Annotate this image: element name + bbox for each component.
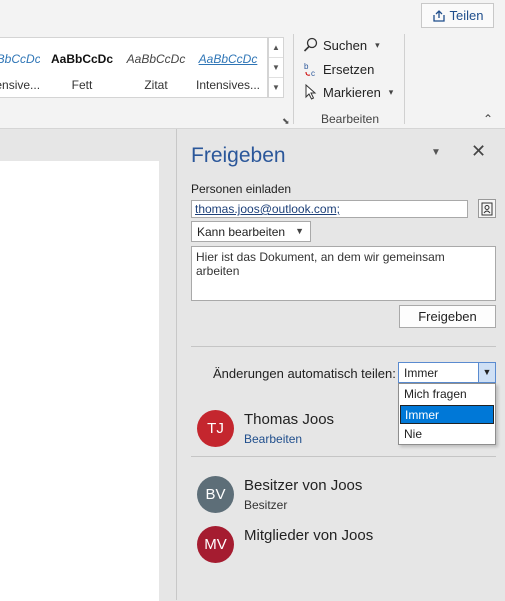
permission-select[interactable]: Kann bearbeiten ▼ — [191, 221, 311, 242]
replace-label: Ersetzen — [323, 61, 375, 77]
replace-button[interactable]: b c Ersetzen — [303, 59, 374, 79]
chevron-down-icon: ▾ — [388, 86, 394, 97]
style-sample: AaBbCcDc — [126, 52, 186, 66]
auto-share-dropdown: Mich fragen Immer Nie — [398, 383, 496, 445]
svg-text:c: c — [311, 69, 315, 77]
replace-icon: b c — [304, 62, 315, 77]
style-intensive-emphasis[interactable]: AaBbCcDc Intensive... — [0, 38, 40, 97]
invite-label: Personen einladen — [191, 182, 292, 196]
share-submit-button[interactable]: Freigeben — [399, 305, 496, 328]
select-button[interactable]: Markieren ▾ — [303, 82, 393, 102]
avatar: MV — [197, 526, 234, 563]
option-ask-me[interactable]: Mich fragen — [400, 385, 494, 404]
style-name: Intensive... — [0, 78, 40, 92]
style-sample: AaBbCcDc — [0, 52, 40, 66]
more-styles-icon[interactable]: ▼ — [269, 78, 283, 98]
ribbon: Teilen AaBbCcDc Intensive... AaBbCcDc Fe… — [0, 0, 505, 129]
share-button[interactable]: Teilen — [421, 3, 494, 28]
divider — [191, 346, 496, 347]
option-never[interactable]: Nie — [400, 425, 494, 444]
style-sample: AaBbCcDc — [198, 52, 258, 66]
address-book-button[interactable] — [478, 199, 496, 218]
auto-share-value: Immer — [404, 366, 438, 380]
style-sample: AaBbCcDc — [50, 52, 113, 66]
scroll-up-icon[interactable]: ▲ — [269, 38, 283, 58]
avatar: BV — [197, 476, 234, 513]
editing-group-label: Bearbeiten — [320, 112, 380, 126]
style-quote[interactable]: AaBbCcDc Zitat — [120, 38, 192, 97]
divider — [191, 456, 496, 457]
chevron-down-icon: ▼ — [295, 226, 304, 236]
styles-dialog-launcher-icon[interactable]: ⬊ — [282, 116, 290, 127]
svg-text:b: b — [304, 62, 309, 71]
pane-options-icon[interactable]: ▼ — [431, 147, 441, 158]
find-label: Suchen — [323, 37, 368, 53]
style-name: Fett — [71, 78, 93, 92]
address-book-icon — [481, 202, 493, 215]
scroll-down-icon[interactable]: ▼ — [269, 58, 283, 78]
person-name: Besitzer von Joos — [244, 477, 363, 494]
select-label: Markieren — [323, 84, 381, 100]
person-permission-link[interactable]: Bearbeiten — [244, 432, 302, 446]
person-name: Thomas Joos — [244, 411, 335, 428]
find-button[interactable]: Suchen ▾ — [303, 35, 380, 55]
person-role: Besitzer — [244, 498, 288, 512]
message-field[interactable]: Hier ist das Dokument, an dem wir gemein… — [191, 246, 496, 301]
avatar: TJ — [197, 410, 234, 447]
style-intensive-quote[interactable]: AaBbCcDc Intensives... — [192, 38, 264, 97]
style-bold[interactable]: AaBbCcDc Fett — [46, 38, 118, 97]
document-area — [0, 129, 177, 601]
share-icon — [432, 9, 445, 22]
option-always[interactable]: Immer — [400, 405, 494, 424]
collapse-ribbon-icon[interactable]: ⌃ — [483, 112, 493, 126]
ribbon-separator — [404, 34, 405, 124]
styles-gallery-scroll: ▲ ▼ ▼ — [268, 37, 284, 98]
email-field[interactable]: thomas.joos@outlook.com; — [191, 200, 468, 218]
person-name: Mitglieder von Joos — [244, 527, 374, 544]
share-button-label: Teilen — [449, 8, 484, 23]
magnifier-icon — [303, 37, 318, 52]
styles-gallery: AaBbCcDc Intensive... AaBbCcDc Fett AaBb… — [0, 37, 268, 98]
style-name: Zitat — [144, 78, 168, 92]
permission-value: Kann bearbeiten — [197, 225, 286, 239]
chevron-down-icon: ▾ — [375, 39, 380, 50]
pane-title: Freigeben — [191, 144, 286, 167]
ribbon-separator — [293, 34, 294, 124]
document-page[interactable] — [0, 161, 159, 601]
style-name: Intensives... — [195, 78, 261, 92]
close-icon[interactable]: ✕ — [471, 141, 486, 162]
chevron-down-icon[interactable]: ▼ — [478, 363, 495, 382]
auto-share-label: Änderungen automatisch teilen: — [213, 366, 396, 381]
auto-share-select[interactable]: Immer ▼ — [398, 362, 496, 383]
share-pane: Freigeben ▼ ✕ Personen einladen thomas.j… — [177, 129, 505, 600]
cursor-icon — [305, 84, 317, 100]
